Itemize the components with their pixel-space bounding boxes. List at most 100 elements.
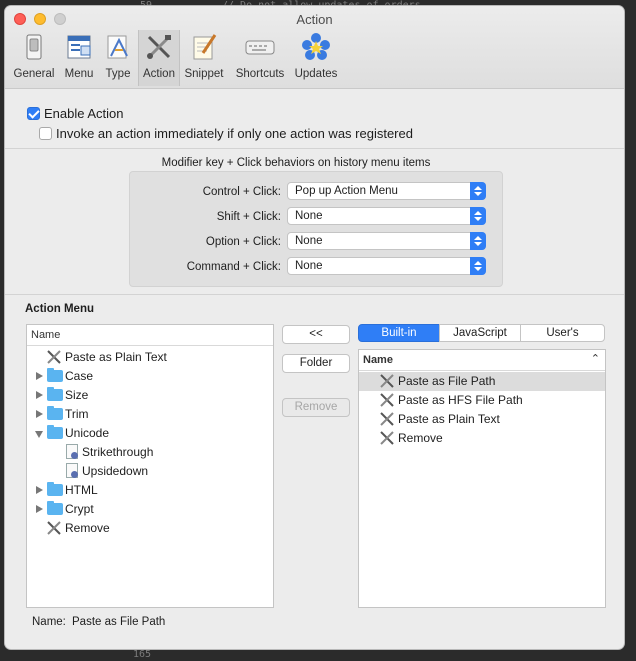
tab-snippet[interactable]: Snippet bbox=[181, 30, 227, 86]
action-tools-icon bbox=[380, 431, 394, 445]
list-item[interactable]: Remove bbox=[359, 429, 605, 448]
tab-type[interactable]: Type bbox=[99, 30, 137, 86]
column-name-label: Name bbox=[363, 354, 393, 366]
action-tools-icon bbox=[380, 412, 394, 426]
tab-action[interactable]: Action bbox=[138, 30, 180, 86]
item-label: Unicode bbox=[65, 426, 110, 440]
action-tools-icon bbox=[147, 35, 171, 59]
disclosure-triangle-icon[interactable] bbox=[36, 372, 43, 380]
tab-menu-label: Menu bbox=[64, 68, 94, 80]
list-item[interactable]: Size bbox=[27, 386, 273, 405]
command-click-value: None bbox=[295, 260, 323, 272]
list-item[interactable]: Unicode bbox=[27, 424, 273, 443]
item-label: Trim bbox=[65, 407, 89, 421]
line-number: 165 bbox=[133, 649, 152, 660]
option-click-value: None bbox=[295, 235, 323, 247]
keyboard-icon bbox=[245, 40, 275, 55]
chevron-updown-icon bbox=[470, 182, 486, 200]
tab-type-label: Type bbox=[105, 68, 131, 80]
folder-icon bbox=[47, 387, 63, 401]
option-click-popup[interactable]: None bbox=[287, 232, 486, 250]
tab-updates-label: Updates bbox=[294, 68, 338, 80]
segment-javascript[interactable]: JavaScript bbox=[439, 324, 521, 342]
source-action-list[interactable]: Name ⌃ Paste as File Path Paste as HFS F… bbox=[358, 349, 606, 608]
disclosure-triangle-icon[interactable] bbox=[35, 431, 43, 438]
shift-click-label: Shift + Click: bbox=[216, 211, 281, 223]
command-click-popup[interactable]: None bbox=[287, 257, 486, 275]
modifier-heading: Modifier key + Click behaviors on histor… bbox=[161, 157, 431, 169]
item-label: HTML bbox=[65, 483, 98, 497]
disclosure-triangle-icon[interactable] bbox=[36, 391, 43, 399]
tab-shortcuts[interactable]: Shortcuts bbox=[232, 30, 288, 86]
shift-click-value: None bbox=[295, 210, 323, 222]
invoke-immediately-checkbox[interactable] bbox=[39, 127, 52, 140]
item-label: Paste as File Path bbox=[398, 374, 496, 388]
folder-icon bbox=[47, 425, 63, 439]
remove-button[interactable]: Remove bbox=[282, 398, 350, 417]
segment-built-in[interactable]: Built-in bbox=[358, 324, 440, 342]
item-label: Upsidedown bbox=[82, 464, 149, 478]
separator bbox=[5, 294, 624, 295]
tab-general[interactable]: General bbox=[9, 30, 59, 86]
type-icon bbox=[107, 35, 128, 59]
item-label: Remove bbox=[398, 431, 443, 445]
new-folder-button[interactable]: Folder bbox=[282, 354, 350, 373]
action-menu-outline[interactable]: Name Paste as Plain Text Case Size Trim … bbox=[26, 324, 274, 608]
list-item[interactable]: Strikethrough bbox=[27, 443, 273, 462]
action-menu-heading: Action Menu bbox=[25, 303, 94, 315]
general-switch-icon bbox=[26, 34, 42, 60]
list-item[interactable]: Trim bbox=[27, 405, 273, 424]
list-item[interactable]: Case bbox=[27, 367, 273, 386]
folder-icon bbox=[47, 368, 63, 382]
window-title: Action bbox=[296, 12, 333, 27]
action-tools-icon bbox=[380, 374, 394, 388]
footer-name-label: Name: bbox=[32, 616, 66, 628]
action-menu-column-header[interactable]: Name bbox=[27, 325, 273, 346]
enable-action-label: Enable Action bbox=[44, 106, 124, 121]
folder-icon bbox=[47, 406, 63, 420]
preferences-window: Action General Menu Type Action Snippet … bbox=[5, 6, 624, 649]
list-item[interactable]: Paste as File Path bbox=[359, 372, 605, 391]
disclosure-triangle-icon[interactable] bbox=[36, 410, 43, 418]
folder-icon bbox=[47, 501, 63, 515]
disclosure-triangle-icon[interactable] bbox=[36, 486, 43, 494]
action-tools-icon bbox=[47, 350, 61, 364]
updates-icon bbox=[302, 33, 330, 60]
separator bbox=[5, 148, 624, 149]
list-item[interactable]: Remove bbox=[27, 519, 273, 538]
tab-snippet-label: Snippet bbox=[184, 68, 224, 80]
list-item[interactable]: Crypt bbox=[27, 500, 273, 519]
script-file-icon bbox=[66, 463, 78, 478]
item-label: Strikethrough bbox=[82, 445, 154, 459]
disclosure-triangle-icon[interactable] bbox=[36, 505, 43, 513]
shift-click-popup[interactable]: None bbox=[287, 207, 486, 225]
window-toolbar: Action General Menu Type Action Snippet … bbox=[5, 6, 624, 89]
item-label: Paste as Plain Text bbox=[398, 412, 500, 426]
control-click-popup[interactable]: Pop up Action Menu bbox=[287, 182, 486, 200]
source-column-header[interactable]: Name ⌃ bbox=[359, 350, 605, 371]
footer-name-value: Paste as File Path bbox=[72, 616, 166, 628]
list-item[interactable]: HTML bbox=[27, 481, 273, 500]
tab-general-label: General bbox=[13, 68, 55, 80]
list-item[interactable]: Paste as HFS File Path bbox=[359, 391, 605, 410]
folder-icon bbox=[47, 482, 63, 496]
add-to-menu-button[interactable]: << bbox=[282, 325, 350, 344]
item-label: Paste as Plain Text bbox=[65, 350, 167, 364]
list-item[interactable]: Upsidedown bbox=[27, 462, 273, 481]
enable-action-checkbox[interactable] bbox=[27, 107, 40, 120]
invoke-immediately-label: Invoke an action immediately if only one… bbox=[56, 126, 413, 141]
chevron-updown-icon bbox=[470, 257, 486, 275]
tab-updates[interactable]: Updates bbox=[291, 30, 341, 86]
sort-ascending-icon: ⌃ bbox=[590, 353, 600, 365]
tab-shortcuts-label: Shortcuts bbox=[235, 68, 285, 80]
control-click-label: Control + Click: bbox=[202, 186, 281, 198]
item-label: Remove bbox=[65, 521, 110, 535]
command-click-label: Command + Click: bbox=[186, 261, 281, 273]
tab-menu[interactable]: Menu bbox=[60, 30, 98, 86]
list-item[interactable]: Paste as Plain Text bbox=[359, 410, 605, 429]
option-click-label: Option + Click: bbox=[205, 236, 281, 248]
segment-users[interactable]: User's bbox=[520, 324, 605, 342]
action-tools-icon bbox=[47, 521, 61, 535]
snippet-icon bbox=[193, 34, 217, 60]
list-item[interactable]: Paste as Plain Text bbox=[27, 348, 273, 367]
